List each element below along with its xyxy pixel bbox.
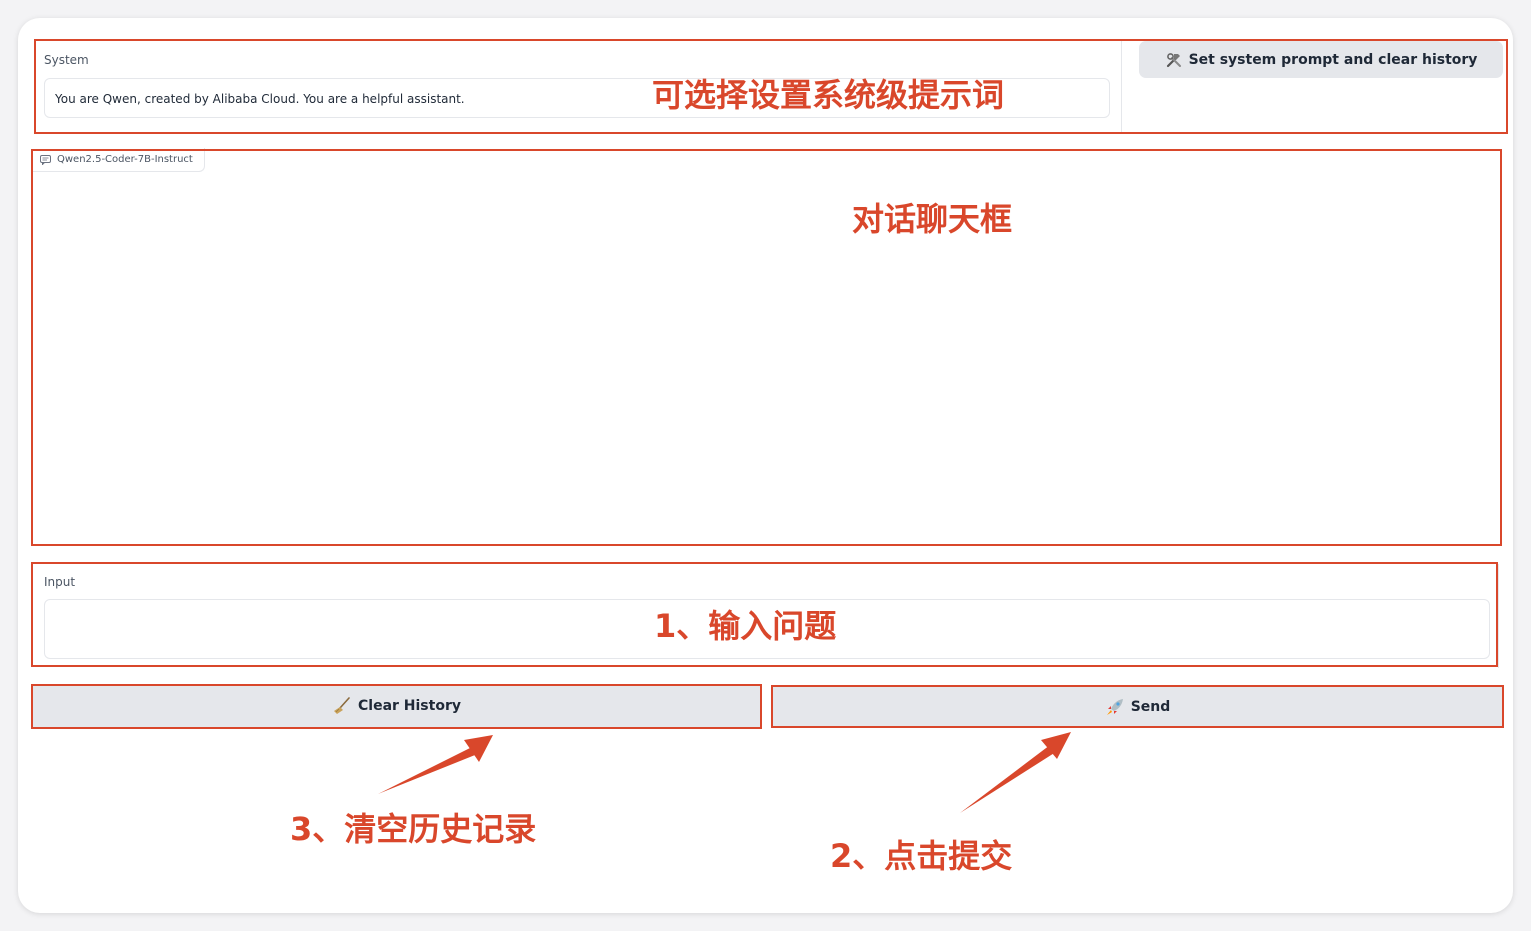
annotation-system-prompt: 可选择设置系统级提示词 (652, 76, 1005, 114)
arrow-to-clear-history (378, 735, 493, 794)
arrow-to-send (960, 732, 1071, 813)
annotation-input-question: 1、输入问题 (654, 607, 837, 645)
app-window: System You are Qwen, created by Alibaba … (18, 18, 1513, 913)
annotation-clear-history: 3、清空历史记录 (290, 810, 537, 848)
annotation-click-submit: 2、点击提交 (830, 837, 1013, 875)
annotation-box-clear (31, 684, 762, 729)
annotation-box-chatbot (31, 149, 1502, 546)
input-panel-divider (1498, 564, 1499, 668)
annotation-chat-box: 对话聊天框 (852, 200, 1013, 238)
annotation-box-send (771, 685, 1504, 728)
